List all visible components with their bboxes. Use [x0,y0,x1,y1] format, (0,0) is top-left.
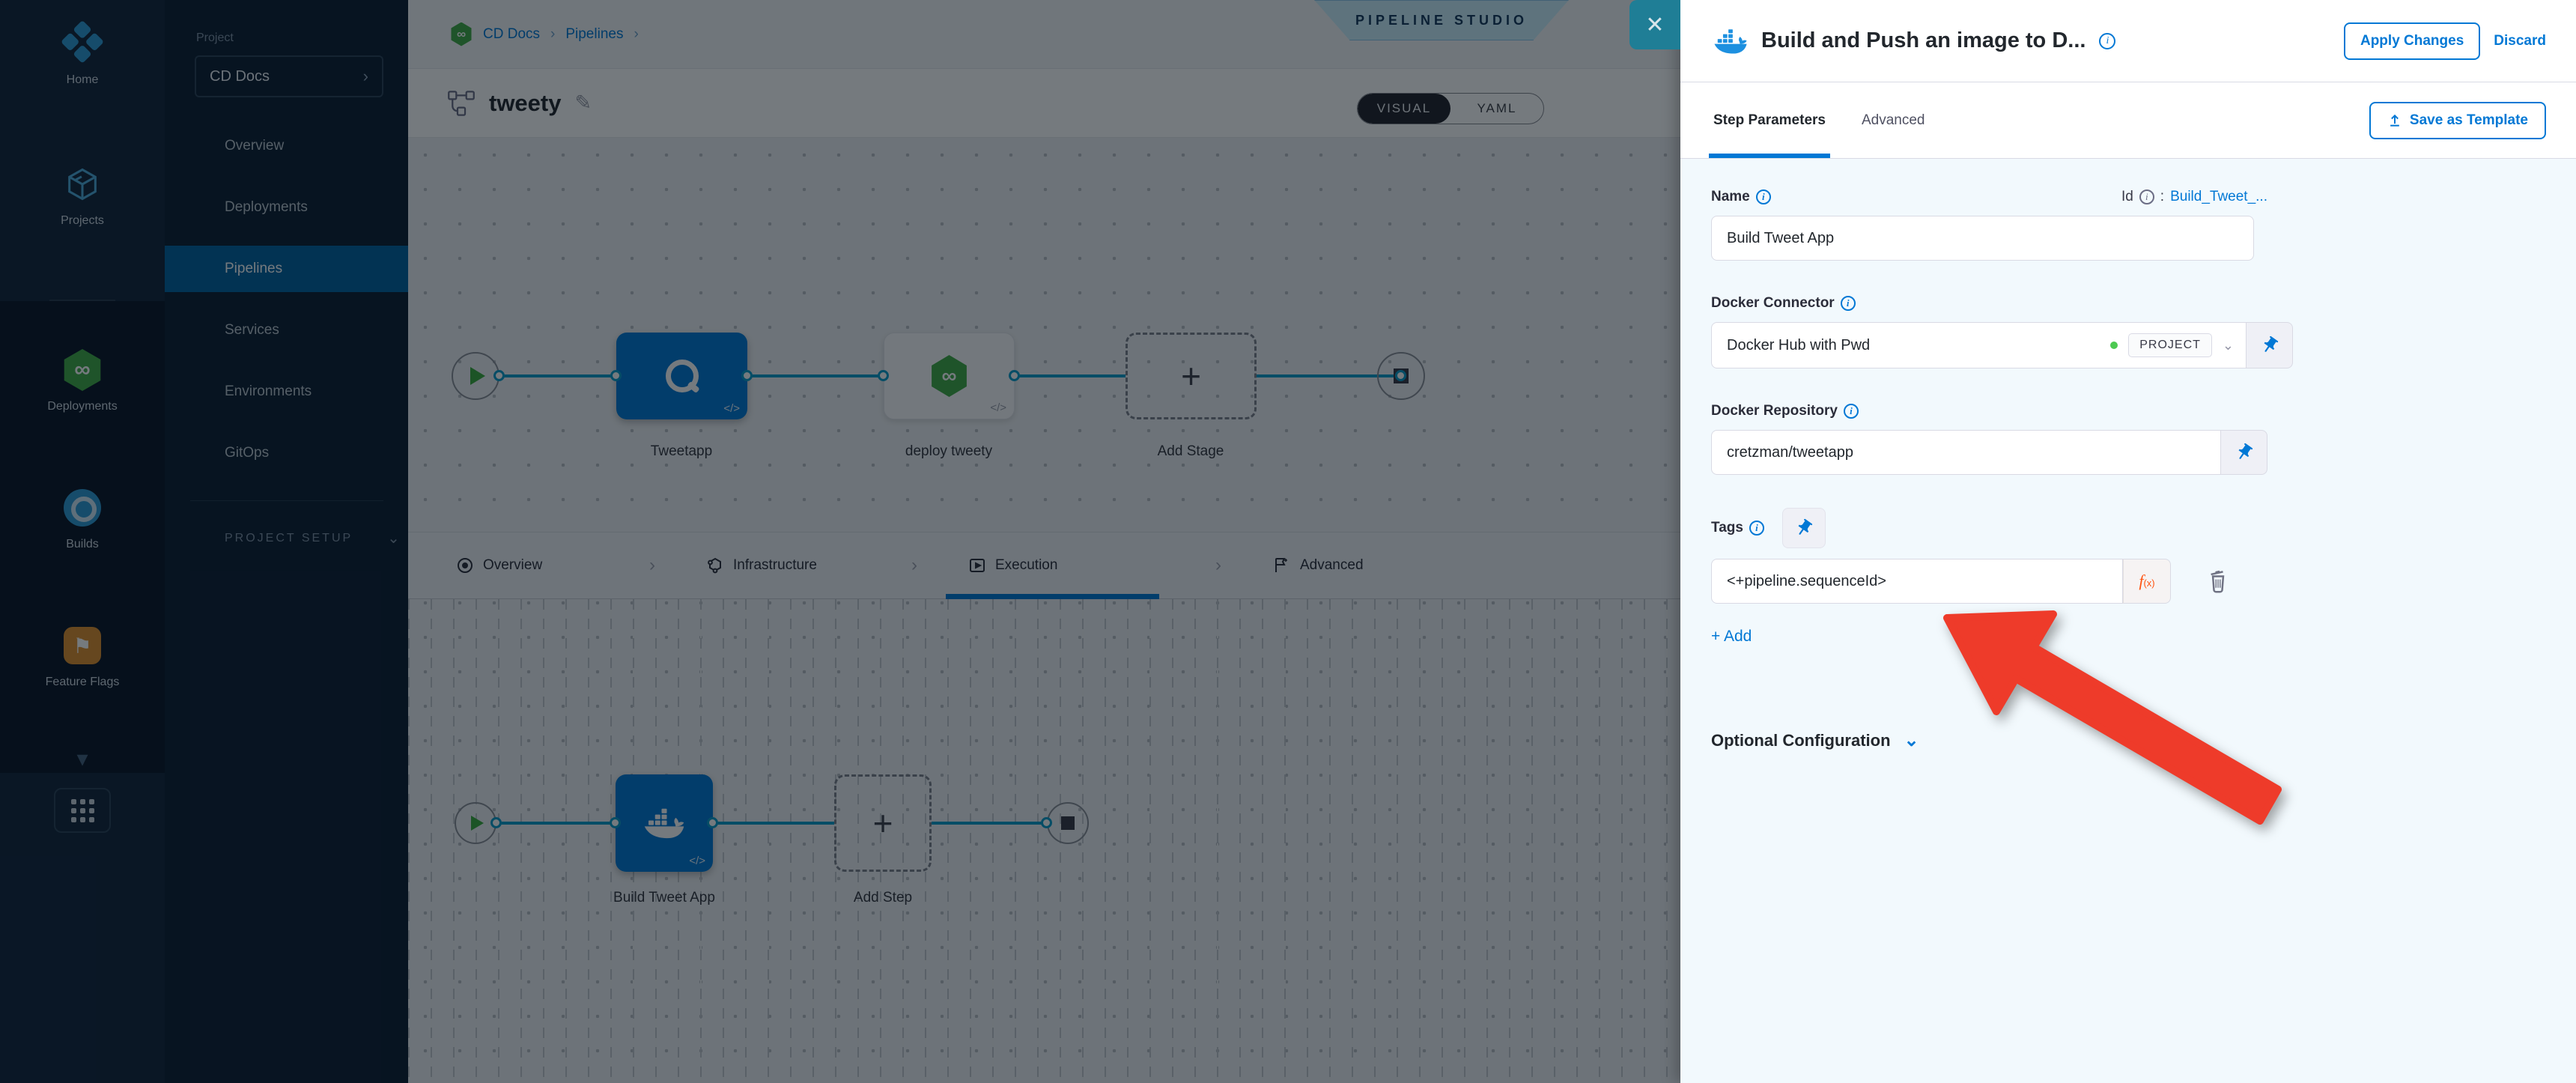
id-separator: : [2160,189,2164,205]
pushpin-icon [2260,336,2279,355]
save-as-template-button[interactable]: Save as Template [2369,102,2546,139]
tab-label: Advanced [1862,112,1925,129]
connector-scope-badge: PROJECT [2128,333,2212,357]
pushpin-icon [2235,443,2254,462]
tag-value-input[interactable] [1711,559,2123,604]
info-icon[interactable]: i [1844,404,1859,419]
save-as-template-label: Save as Template [2410,112,2528,129]
info-icon[interactable]: i [1756,189,1771,204]
tag-row: f(x) [1711,559,2576,604]
repository-runtime-pin-button[interactable] [2221,430,2267,475]
docker-connector-value: Docker Hub with Pwd [1727,337,2100,354]
modal-dim-overlay [0,0,1680,1083]
trash-icon [2205,567,2231,594]
name-field-label: Name i [1711,189,1771,205]
info-icon[interactable]: i [2099,33,2115,49]
close-icon: ✕ [1645,13,1664,37]
docker-repository-input[interactable] [1711,430,2221,475]
tags-runtime-pin-button[interactable] [1782,508,1826,548]
tab-step-parameters[interactable]: Step Parameters [1713,82,1826,158]
expression-fx-button[interactable]: f(x) [2123,559,2171,604]
optional-configuration-toggle[interactable]: Optional Configuration ⌄ [1711,729,2576,751]
docker-repository-label: Docker Repository i [1711,403,1859,419]
apply-changes-button[interactable]: Apply Changes [2344,22,2480,60]
docker-whale-icon [1713,28,1748,55]
delete-tag-button[interactable] [2205,567,2231,596]
tab-label: Step Parameters [1713,112,1826,129]
docker-connector-label: Docker Connector i [1711,295,1856,312]
tags-label: Tags i [1711,520,1764,536]
step-parameters-form: Name i Id i : Build_Tweet_... Docker Con… [1680,159,2576,1083]
optional-configuration-label: Optional Configuration [1711,731,1891,750]
docker-repository-field [1711,430,2576,475]
pushpin-icon [1794,518,1814,538]
chevron-down-icon: ⌄ [2223,338,2234,354]
close-drawer-button[interactable]: ✕ [1629,0,1680,49]
id-label: Id [2121,189,2133,205]
info-icon[interactable]: i [1749,521,1764,536]
step-title: Build and Push an image to D... [1761,28,2086,53]
chevron-down-icon: ⌄ [1904,729,1919,751]
docker-connector-field: Docker Hub with Pwd PROJECT ⌄ [1711,322,2576,368]
info-icon[interactable]: i [1841,296,1856,311]
tab-advanced[interactable]: Advanced [1862,82,1925,158]
docker-connector-select[interactable]: Docker Hub with Pwd PROJECT ⌄ [1711,322,2247,368]
step-panel-header: Build and Push an image to D... i Apply … [1680,0,2576,82]
step-id-reference: Id i : Build_Tweet_... [2121,189,2267,205]
panel-tab-bar: Step Parameters Advanced Save as Templat… [1680,82,2576,159]
step-config-panel: Build and Push an image to D... i Apply … [1680,0,2576,1083]
connector-runtime-pin-button[interactable] [2247,322,2293,368]
info-icon[interactable]: i [2139,189,2154,204]
add-tag-link[interactable]: + Add [1711,628,1752,646]
upload-icon [2387,113,2402,128]
name-input[interactable] [1711,216,2254,261]
connector-status-dot [2110,342,2118,349]
discard-button[interactable]: Discard [2494,33,2546,49]
step-id-link[interactable]: Build_Tweet_... [2170,189,2267,205]
